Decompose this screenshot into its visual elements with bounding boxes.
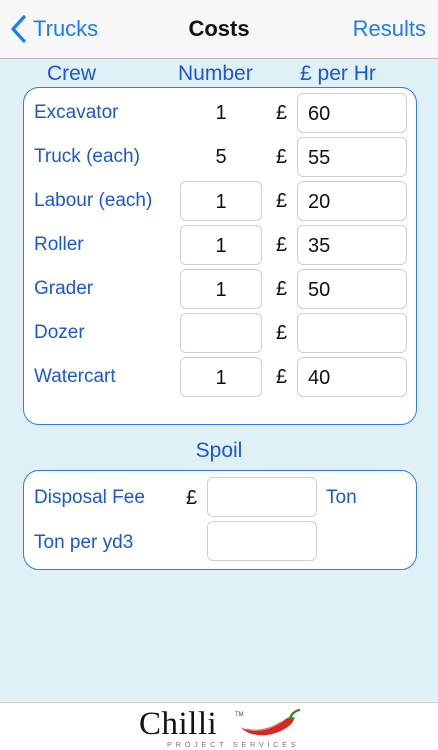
currency-symbol: £ (276, 234, 288, 256)
crew-row-roller: Roller 1 £ 35 (24, 225, 416, 265)
spoil-panel: Disposal Fee £ Ton Ton per yd3 (23, 470, 417, 570)
currency-symbol: £ (276, 190, 288, 212)
footer-banner: Chilli TM PROJECT SERVICES (0, 702, 438, 750)
spoil-section-title: Spoil (195, 439, 243, 462)
disposal-fee-unit: Ton (326, 487, 357, 508)
crew-label: Truck (each) (34, 146, 140, 167)
crew-number-value: 5 (215, 146, 227, 168)
rate-input[interactable]: 55 (297, 137, 407, 177)
crew-row-dozer: Dozer £ (24, 313, 416, 353)
crew-label: Roller (34, 234, 84, 255)
crew-label: Watercart (34, 366, 116, 387)
currency-symbol: £ (276, 102, 288, 124)
number-input[interactable] (180, 313, 262, 353)
navigation-bar: Trucks Costs Results (0, 0, 438, 59)
logo-text: Chilli (139, 706, 218, 742)
currency-symbol: £ (276, 322, 288, 344)
crew-row-grader: Grader 1 £ 50 (24, 269, 416, 309)
number-input[interactable]: 1 (180, 225, 262, 265)
rate-input[interactable] (297, 313, 407, 353)
number-input[interactable]: 1 (180, 181, 262, 221)
chilli-pepper-icon (241, 708, 301, 736)
results-button[interactable]: Results (353, 16, 426, 42)
column-header-rate: £ per Hr (300, 62, 376, 85)
rate-input[interactable]: 50 (297, 269, 407, 309)
crew-label: Grader (34, 278, 94, 299)
crew-label: Excavator (34, 102, 119, 123)
rate-input[interactable]: 35 (297, 225, 407, 265)
ton-per-yd3-input[interactable] (207, 521, 317, 561)
rate-input[interactable]: 40 (297, 357, 407, 397)
disposal-fee-input[interactable] (207, 477, 317, 517)
rate-input[interactable]: 60 (297, 93, 407, 133)
chilli-logo: Chilli TM PROJECT SERVICES (139, 706, 309, 750)
crew-panel: Excavator 1 £ 60 Truck (each) 5 £ 55 Lab… (23, 87, 417, 425)
crew-label: Dozer (34, 322, 85, 343)
crew-row-excavator: Excavator 1 £ 60 (24, 93, 416, 133)
column-header-crew: Crew (47, 62, 97, 85)
ton-per-yd3-label: Ton per yd3 (34, 532, 134, 553)
number-input[interactable]: 1 (180, 269, 262, 309)
currency-symbol: £ (186, 487, 198, 509)
crew-number-value: 1 (215, 102, 227, 124)
currency-symbol: £ (276, 278, 288, 300)
logo-subtitle: PROJECT SERVICES (167, 740, 300, 749)
currency-symbol: £ (276, 366, 288, 388)
disposal-fee-label: Disposal Fee (34, 487, 145, 508)
number-input[interactable]: 1 (180, 357, 262, 397)
costs-form: Crew Number £ per Hr Excavator 1 £ 60 Tr… (0, 59, 438, 702)
crew-row-watercart: Watercart 1 £ 40 (24, 357, 416, 397)
currency-symbol: £ (276, 146, 288, 168)
rate-input[interactable]: 20 (297, 181, 407, 221)
crew-label: Labour (each) (34, 190, 153, 211)
crew-row-truck: Truck (each) 5 £ 55 (24, 137, 416, 177)
crew-row-labour: Labour (each) 1 £ 20 (24, 181, 416, 221)
column-header-number: Number (178, 62, 253, 85)
